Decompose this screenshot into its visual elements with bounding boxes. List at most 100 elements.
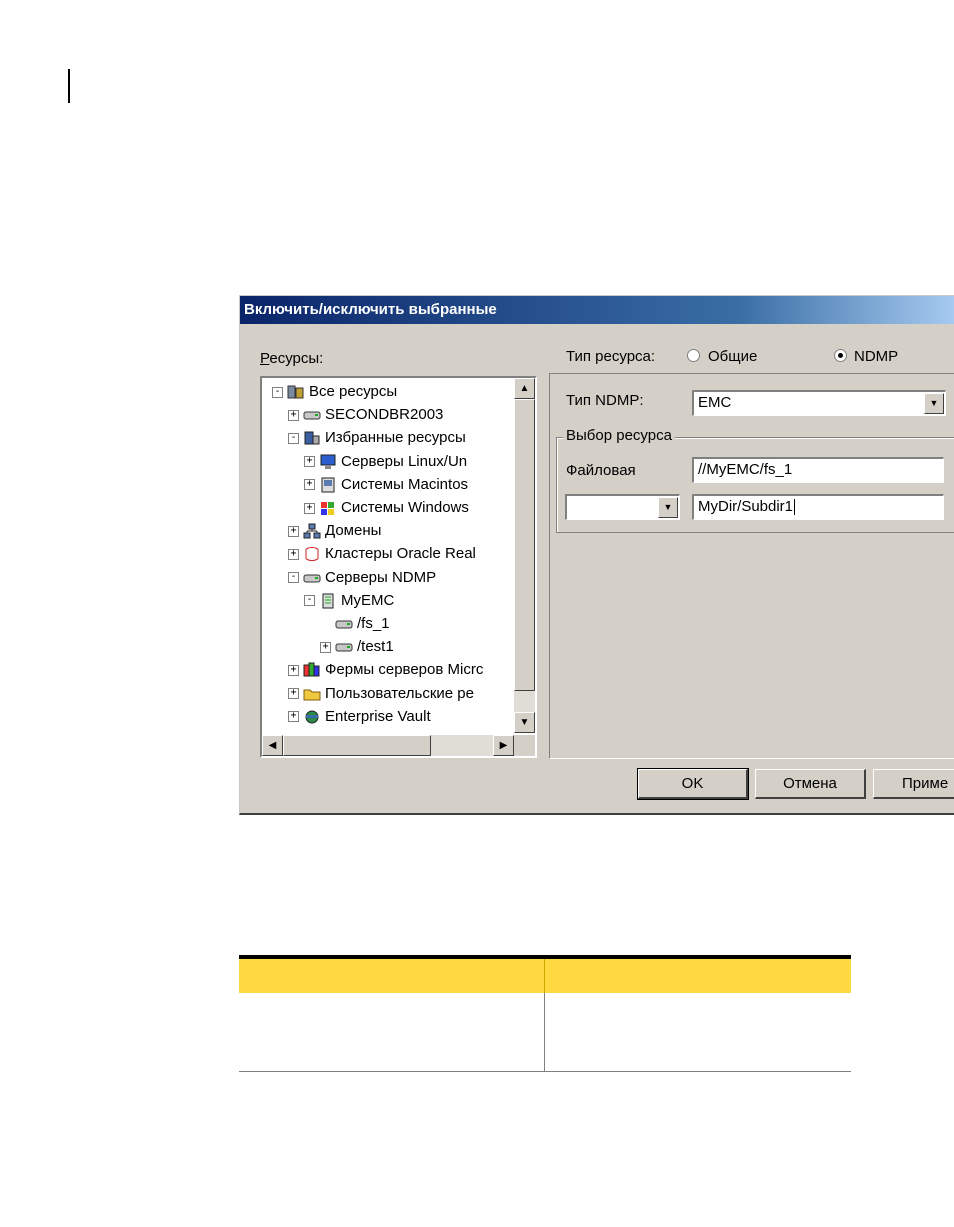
tree-item-label: /fs_1 (357, 615, 390, 632)
tree-item-label: Системы Windows (341, 499, 469, 516)
folder-icon (303, 686, 321, 702)
tree-item[interactable]: - MyEMC (304, 590, 394, 612)
drive-icon (335, 639, 353, 655)
expand-icon[interactable]: + (304, 502, 315, 514)
file-label: Файловая (566, 462, 636, 479)
tree-item[interactable]: - Все ресурсы (272, 381, 397, 403)
resources-label: Ресурсы: (260, 350, 324, 367)
windows-icon (319, 500, 337, 516)
cancel-button[interactable]: Отмена (755, 769, 866, 799)
resource-tree[interactable]: - Все ресурсы + SECONDBR2003 - Избранные ресу… (260, 376, 537, 758)
scroll-up-icon[interactable]: ▲ (514, 378, 535, 399)
tree-item[interactable]: + Домены (288, 520, 381, 542)
drive-icon (303, 407, 321, 423)
radio-ndmp-label[interactable]: NDMP (854, 348, 898, 365)
expand-icon[interactable]: + (288, 688, 299, 700)
scroll-right-icon[interactable]: ▶ (493, 735, 514, 756)
tree-item-label: /test1 (357, 638, 394, 656)
expand-icon[interactable]: + (288, 525, 299, 537)
subdir-path-input[interactable]: MyDir/Subdir1 (692, 494, 944, 520)
farm-icon (303, 662, 321, 678)
tree-item[interactable]: + Фермы серверов Micrc (288, 659, 483, 681)
table-header-cell (545, 959, 851, 993)
table-header (239, 955, 851, 993)
apply-button[interactable]: Приме (873, 769, 954, 799)
scroll-corner (514, 735, 535, 756)
dialog-title: Включить/исключить выбранные (240, 296, 954, 324)
ndmp-type-label: Тип NDMP: (566, 392, 644, 409)
tree-item[interactable]: - Избранные ресурсы (288, 427, 466, 449)
resource-selection-legend: Выбор ресурса (563, 427, 675, 444)
tree-item-label: Серверы NDMP (325, 568, 437, 586)
tree-item[interactable]: + SECONDBR2003 (288, 404, 443, 426)
ndmp-type-select[interactable]: EMC ▼ (692, 390, 946, 416)
drive-icon (303, 570, 321, 586)
tree-item[interactable]: + Enterprise Vault (288, 706, 431, 728)
file-path-input[interactable]: //MyEMC/fs_1 (692, 457, 944, 483)
expand-icon[interactable]: + (288, 548, 299, 560)
radio-selected-dot (838, 353, 843, 358)
margin-change-bar (68, 69, 70, 103)
collapse-icon[interactable]: - (304, 595, 315, 607)
expand-icon[interactable]: + (288, 711, 299, 723)
expand-icon[interactable]: + (288, 664, 299, 676)
tree-item[interactable]: /fs_1 (320, 613, 390, 635)
resource-type-label: Тип ресурса: (566, 348, 656, 365)
subdir-path-value: MyDir/Subdir1 (698, 498, 794, 515)
tree-item-label: Пользовательские ре (325, 684, 474, 702)
chevron-down-icon[interactable]: ▼ (658, 497, 678, 518)
tree-item[interactable]: + Системы Windows (304, 497, 469, 519)
ndmp-type-value: EMC (698, 394, 732, 411)
horizontal-scroll-thumb[interactable] (283, 735, 431, 756)
chevron-down-icon[interactable]: ▼ (924, 393, 944, 414)
radio-common-label[interactable]: Общие (708, 348, 757, 365)
tree-item-label: Избранные ресурсы (325, 429, 466, 447)
text-caret (794, 499, 796, 516)
database-icon (303, 546, 321, 562)
table-row (239, 993, 851, 1072)
server-icon (319, 593, 337, 609)
radio-common[interactable] (687, 349, 700, 362)
vertical-scroll-thumb[interactable] (514, 399, 535, 691)
tree-horizontal-scrollbar[interactable]: ◀ ▶ (262, 735, 514, 756)
all-resources-icon (287, 384, 305, 400)
expand-icon[interactable]: + (304, 456, 315, 468)
radio-ndmp[interactable] (834, 349, 847, 362)
ok-button[interactable]: OK (637, 768, 749, 800)
tree-item-label: Фермы серверов Micrc (325, 661, 484, 679)
table-header-cell (239, 959, 545, 993)
info-table (239, 955, 851, 1072)
tree-item-label: Серверы Linux/Un (341, 452, 468, 470)
tree-item-label: Enterprise Vault (325, 707, 431, 725)
tree-items: - Все ресурсы + SECONDBR2003 - Избранные ресу… (262, 378, 514, 733)
collapse-icon[interactable]: - (288, 432, 299, 444)
mac-icon (319, 477, 337, 493)
tree-item[interactable]: - Серверы NDMP (288, 567, 436, 589)
vault-icon (303, 709, 321, 725)
path-type-select[interactable]: ▼ (565, 494, 680, 520)
monitor-icon (319, 454, 337, 470)
favorites-icon (303, 430, 321, 446)
scroll-down-icon[interactable]: ▼ (514, 712, 535, 733)
scroll-left-icon[interactable]: ◀ (262, 735, 283, 756)
tree-item-label: Домены (325, 522, 382, 540)
tree-vertical-scrollbar[interactable]: ▲ ▼ (514, 378, 535, 733)
tree-item[interactable]: + Системы Macintos (304, 474, 468, 496)
tree-item[interactable]: + Серверы Linux/Un (304, 451, 467, 473)
network-icon (303, 523, 321, 539)
tree-item[interactable]: + /test1 (320, 636, 394, 658)
tree-item[interactable]: + Пользовательские ре (288, 683, 474, 705)
expand-icon[interactable]: + (304, 479, 315, 491)
tree-item-label: MyEMC (341, 591, 395, 609)
table-cell (239, 993, 545, 1071)
expand-icon[interactable]: + (320, 641, 331, 653)
table-cell (545, 993, 851, 1071)
collapse-icon[interactable]: - (272, 386, 283, 398)
tree-item-label: Системы Macintos (341, 475, 469, 493)
tree-item[interactable]: + Кластеры Oracle Real (288, 543, 476, 565)
expand-icon[interactable]: + (288, 409, 299, 421)
tree-item-label: Кластеры Oracle Real (325, 545, 476, 563)
include-exclude-dialog: Включить/исключить выбранные Ресурсы: - В… (239, 295, 954, 815)
tree-item-label: SECONDBR2003 (325, 406, 444, 424)
collapse-icon[interactable]: - (288, 572, 299, 584)
